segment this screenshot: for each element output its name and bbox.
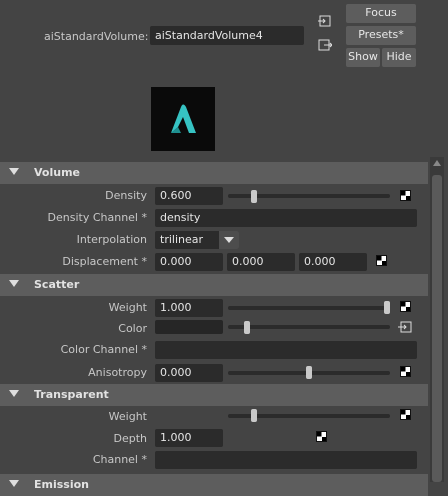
- scatter-weight-field[interactable]: 1.000: [155, 299, 223, 317]
- collapse-arrow-icon[interactable]: [9, 280, 19, 287]
- scatter-color-swatch[interactable]: [155, 320, 223, 334]
- scatter-color-slider-handle[interactable]: [243, 321, 250, 334]
- scatter-color-label: Color: [118, 322, 147, 335]
- depth-map-button-icon[interactable]: [316, 431, 327, 442]
- density-map-button-icon[interactable]: [400, 190, 411, 201]
- transparent-weight-map-button-icon[interactable]: [400, 409, 411, 420]
- collapse-arrow-icon[interactable]: [9, 168, 19, 175]
- transparent-weight-label: Weight: [108, 410, 147, 423]
- displacement-y-field[interactable]: 0.000: [227, 253, 295, 271]
- density-field[interactable]: 0.600: [155, 187, 223, 205]
- density-slider-handle[interactable]: [251, 190, 258, 203]
- depth-label: Depth: [113, 432, 147, 445]
- interpolation-value: trilinear: [160, 233, 204, 246]
- node-name-field[interactable]: aiStandardVolume4: [150, 26, 304, 45]
- focus-button[interactable]: Focus: [346, 4, 416, 23]
- hide-button[interactable]: Hide: [382, 48, 416, 67]
- scatter-color-slider-track[interactable]: [228, 325, 390, 329]
- transparent-channel-label: Channel *: [92, 453, 147, 466]
- scrollbar-thumb[interactable]: [432, 175, 442, 482]
- frame-title: Volume: [34, 166, 80, 179]
- frame-volume[interactable]: Volume: [0, 162, 428, 184]
- frame-title: Transparent: [34, 388, 109, 401]
- scatter-weight-slider-track[interactable]: [228, 306, 390, 310]
- scroll-up-icon[interactable]: [433, 160, 441, 166]
- presets-button[interactable]: Presets*: [346, 26, 416, 45]
- connected-map-icon[interactable]: [398, 321, 412, 333]
- interpolation-dropdown[interactable]: trilinear: [155, 231, 239, 249]
- scatter-weight-map-button-icon[interactable]: [400, 301, 411, 312]
- transparent-weight-slider-handle[interactable]: [251, 409, 258, 422]
- frame-scatter[interactable]: Scatter: [0, 274, 428, 296]
- displacement-label: Displacement *: [62, 255, 147, 268]
- displacement-z-field[interactable]: 0.000: [299, 253, 367, 271]
- scatter-weight-slider-handle[interactable]: [384, 301, 390, 314]
- output-connection-icon[interactable]: [318, 38, 333, 52]
- density-channel-field[interactable]: density: [155, 209, 417, 227]
- density-channel-label: Density Channel *: [47, 211, 147, 224]
- node-type-label: aiStandardVolume:: [44, 30, 149, 43]
- interpolation-label: Interpolation: [76, 233, 147, 246]
- show-button[interactable]: Show: [346, 48, 380, 67]
- displacement-x-field[interactable]: 0.000: [155, 253, 223, 271]
- displacement-map-button-icon[interactable]: [376, 255, 387, 266]
- scatter-weight-label: Weight: [108, 301, 147, 314]
- anisotropy-map-button-icon[interactable]: [400, 366, 411, 377]
- frame-emission[interactable]: Emission: [0, 474, 428, 496]
- anisotropy-slider-handle[interactable]: [306, 366, 312, 379]
- anisotropy-label: Anisotropy: [88, 366, 147, 379]
- frame-title: Emission: [34, 478, 89, 491]
- scatter-color-channel-label: Color Channel *: [60, 343, 147, 356]
- input-connection-icon[interactable]: [318, 14, 332, 28]
- transparent-channel-field[interactable]: [155, 451, 417, 469]
- chevron-down-icon: [219, 231, 239, 249]
- anisotropy-field[interactable]: 0.000: [155, 364, 223, 382]
- arnold-logo-icon: [151, 87, 215, 151]
- frame-transparent[interactable]: Transparent: [0, 384, 428, 406]
- collapse-arrow-icon[interactable]: [9, 390, 19, 397]
- scatter-color-channel-field[interactable]: [155, 341, 417, 359]
- depth-field[interactable]: 1.000: [155, 429, 223, 447]
- frame-title: Scatter: [34, 278, 80, 291]
- density-label: Density: [105, 189, 147, 202]
- collapse-arrow-icon[interactable]: [9, 480, 19, 487]
